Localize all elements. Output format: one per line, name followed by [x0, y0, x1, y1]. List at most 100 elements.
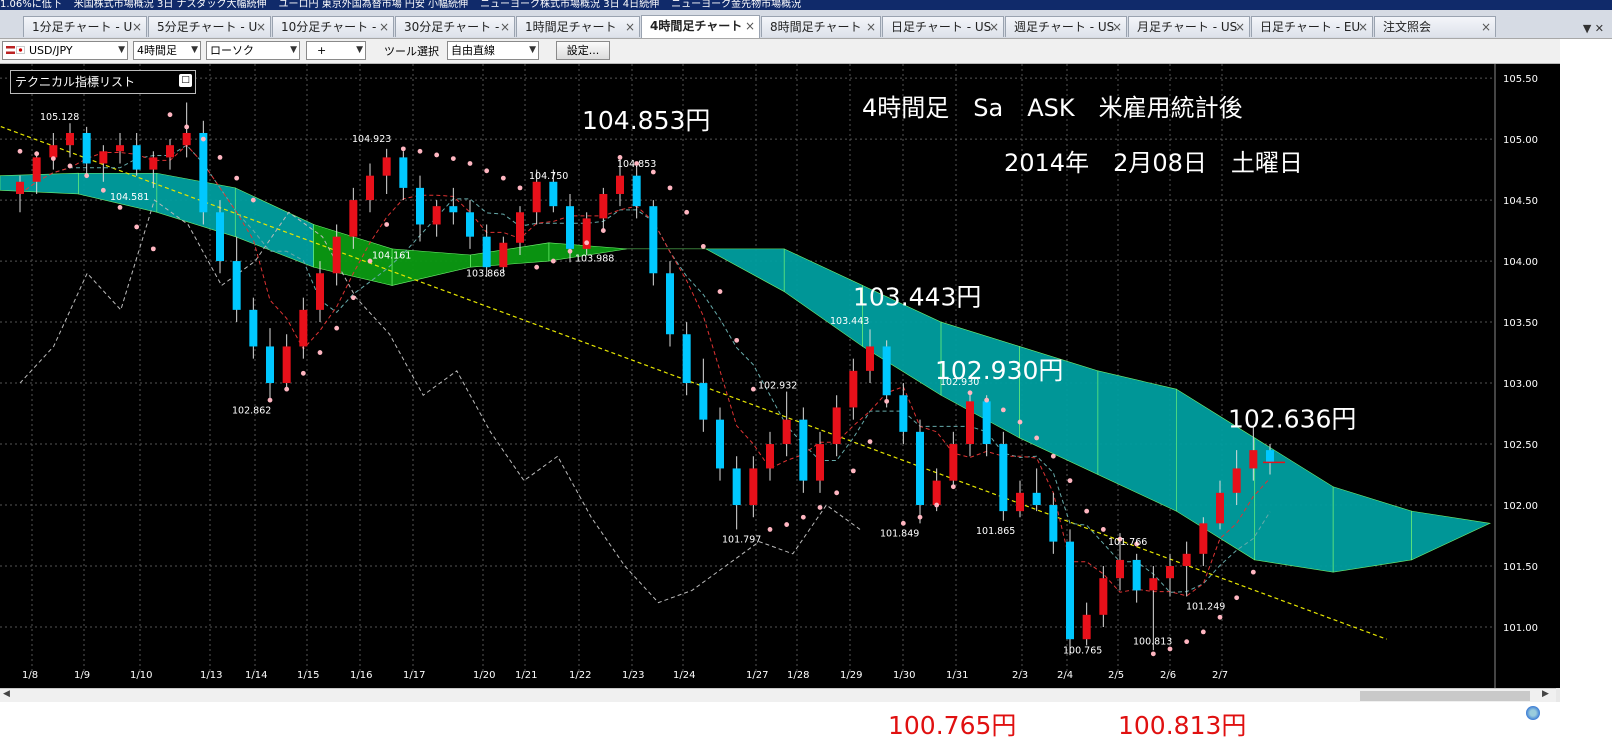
- close-icon[interactable]: ×: [866, 17, 876, 37]
- x-tick-label: 1/13: [200, 670, 222, 681]
- tab-0[interactable]: 1分足チャート - U ×: [23, 16, 147, 37]
- candle-body: [982, 401, 991, 445]
- chevron-down-icon: ▼: [191, 45, 198, 55]
- psar-dot: [717, 289, 723, 294]
- psar-dot: [917, 514, 923, 520]
- psar-dot: [900, 520, 906, 526]
- psar-dot: [1084, 508, 1090, 514]
- indicator-list-box[interactable]: テクニカル指標リスト □: [10, 70, 196, 94]
- tab-8[interactable]: 週足チャート - US ×: [1005, 16, 1127, 37]
- ticker-item[interactable]: ニューヨーク金先物市場概況: [671, 0, 801, 10]
- tab-label: 30分足チャート -: [404, 20, 500, 34]
- tab-5[interactable]: 4時間足チャート ×: [641, 15, 760, 38]
- close-icon[interactable]: ×: [989, 17, 999, 37]
- ticker-item[interactable]: ニューヨーク株式市場概況 3日 4日続伸: [480, 0, 659, 10]
- tab-6[interactable]: 8時間足チャート ×: [761, 16, 881, 37]
- price-label-small: 103.443: [830, 316, 869, 327]
- candle-body: [1116, 559, 1124, 579]
- symbol-select[interactable]: USD/JPY ▼: [2, 41, 128, 60]
- tab-controls[interactable]: ▼ ✕: [1583, 22, 1604, 35]
- close-icon[interactable]: ×: [1235, 17, 1245, 37]
- close-icon[interactable]: ×: [500, 17, 510, 37]
- candle-body: [782, 419, 791, 445]
- close-icon[interactable]: ×: [256, 17, 266, 37]
- overlay-date: 2014年 2月08日 土曜日: [1004, 149, 1303, 177]
- psar-dot: [1050, 453, 1056, 459]
- x-tick-label: 1/10: [130, 670, 152, 681]
- price-label-small: 101.865: [976, 526, 1015, 537]
- close-icon[interactable]: ×: [1112, 17, 1122, 37]
- candle-body: [849, 370, 858, 408]
- psar-dot: [667, 185, 673, 191]
- tab-label: 5分足チャート - U: [157, 20, 258, 34]
- candle-body: [1066, 541, 1074, 640]
- psar-dot: [700, 244, 706, 249]
- close-icon[interactable]: ×: [379, 17, 389, 37]
- candle-body: [649, 206, 658, 274]
- psar-dot: [767, 527, 773, 532]
- psar-dot: [950, 484, 956, 490]
- tab-label: 10分足チャート -: [281, 20, 377, 34]
- ticker-item[interactable]: 1.06%に低下: [0, 0, 62, 10]
- candle-body: [1099, 578, 1108, 615]
- y-tick-label: 102.00: [1503, 501, 1538, 512]
- chart-type-select[interactable]: ローソク ▼: [206, 41, 300, 60]
- ticker-item[interactable]: ユーロ円 東京外国為替市場 円安 小幅続伸: [279, 0, 469, 10]
- x-tick-label: 1/16: [350, 670, 372, 681]
- candle-body: [932, 480, 941, 506]
- window-icon[interactable]: □: [179, 74, 192, 87]
- close-icon[interactable]: ×: [1481, 17, 1491, 37]
- psar-dot: [750, 386, 756, 392]
- x-tick-label: 1/8: [22, 670, 38, 681]
- ticker-item[interactable]: 米国株式市場概況 3日 ナスダック大幅続伸: [74, 0, 267, 10]
- price-label-small: 103.988: [575, 254, 614, 265]
- chart-area[interactable]: 105.50 105.00 104.50 104.00 103.50 103.00 102.…: [0, 64, 1560, 688]
- candle-body: [1082, 614, 1091, 640]
- y-tick-label: 103.00: [1503, 379, 1538, 390]
- tab-1[interactable]: 5分足チャート - U ×: [148, 16, 271, 37]
- close-icon[interactable]: ×: [132, 17, 142, 37]
- candle-body: [282, 346, 291, 384]
- tab-3[interactable]: 30分足チャート - ×: [395, 16, 515, 37]
- tab-10[interactable]: 日足チャート - EU ×: [1251, 16, 1373, 37]
- candle-body: [399, 157, 408, 188]
- price-label-small: 102.862: [232, 405, 271, 416]
- candle-body: [866, 346, 874, 371]
- psar-dot: [817, 505, 823, 510]
- ichimoku-cloud-segment: [1332, 486, 1412, 573]
- price-label-small: 104.750: [529, 171, 568, 182]
- psar-dot: [400, 146, 406, 152]
- ichimoku-cloud-segment: [1411, 510, 1492, 561]
- candle-body: [699, 383, 708, 420]
- refresh-icon[interactable]: [1526, 706, 1540, 720]
- close-icon[interactable]: ×: [1358, 17, 1368, 37]
- candlestick-chart[interactable]: 105.50 105.00 104.50 104.00 103.50 103.00 102.…: [0, 64, 1560, 688]
- tab-11[interactable]: 注文照会 ×: [1374, 16, 1496, 37]
- price-annotation-large: 102.636円: [1228, 405, 1356, 434]
- psar-dot: [450, 156, 456, 162]
- candle-body: [332, 236, 341, 274]
- scroll-left-icon[interactable]: ◀: [3, 689, 10, 699]
- candle-body: [766, 444, 774, 469]
- x-tick-label: 2/6: [1160, 670, 1176, 681]
- settings-button[interactable]: 設定...: [556, 41, 610, 60]
- candle-body: [899, 395, 908, 432]
- close-icon[interactable]: ×: [625, 17, 635, 37]
- scrollbar-thumb[interactable]: [1360, 691, 1530, 701]
- tab-label: 週足チャート - US: [1014, 20, 1115, 34]
- close-icon[interactable]: ×: [745, 16, 755, 37]
- tab-4[interactable]: 1時間足チャート ×: [516, 16, 640, 37]
- timeframe-select[interactable]: 4時間足 ▼: [133, 41, 201, 60]
- tool-select[interactable]: 自由直線 ▼: [447, 41, 539, 60]
- crosshair-select[interactable]: + ▼: [306, 41, 366, 60]
- tab-7[interactable]: 日足チャート - US ×: [882, 16, 1004, 37]
- psar-dot: [234, 175, 240, 181]
- us-flag-icon: [6, 46, 15, 54]
- scroll-right-icon[interactable]: ▶: [1542, 689, 1549, 699]
- chart-type-value: ローソク: [210, 44, 254, 57]
- psar-dot: [784, 522, 790, 527]
- candle-body: [732, 468, 741, 506]
- tab-9[interactable]: 月足チャート - US ×: [1128, 16, 1250, 37]
- tab-2[interactable]: 10分足チャート - ×: [272, 16, 394, 37]
- horizontal-scrollbar[interactable]: ◀ ▶: [0, 688, 1556, 703]
